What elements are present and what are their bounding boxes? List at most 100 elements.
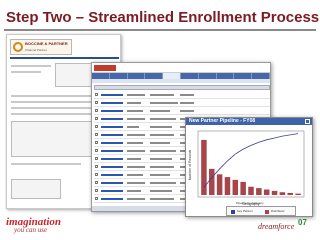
row-cell <box>180 94 194 96</box>
row-link[interactable] <box>101 198 123 200</box>
row-link[interactable] <box>101 118 123 120</box>
row-link[interactable] <box>101 174 123 176</box>
portal-logo-mark-icon <box>13 42 23 52</box>
close-icon[interactable] <box>305 119 310 124</box>
row-link[interactable] <box>101 150 123 152</box>
legend-title: Pipeline by Category <box>236 201 264 205</box>
row-cell <box>127 134 145 136</box>
event-logo-name: dreamforce <box>258 222 295 231</box>
row-checkbox[interactable] <box>95 197 98 200</box>
row-cell <box>127 190 141 192</box>
portal-text-line <box>11 113 91 115</box>
table-row[interactable] <box>94 107 270 115</box>
row-link[interactable] <box>101 182 123 184</box>
row-cell <box>150 126 172 128</box>
row-cell <box>127 166 145 168</box>
portal-logo: BOCCINE & PARTNER Channel Partner <box>10 39 72 55</box>
app-logo <box>94 65 116 71</box>
row-cell <box>127 198 145 200</box>
row-cell <box>150 118 176 120</box>
row-checkbox[interactable] <box>95 93 98 96</box>
row-link[interactable] <box>101 142 123 144</box>
chart-bar <box>263 189 270 195</box>
row-checkbox[interactable] <box>95 181 98 184</box>
event-logo: dreamforce 07 <box>258 218 316 236</box>
row-link[interactable] <box>101 166 123 168</box>
chart-bar <box>279 192 286 195</box>
row-cell <box>150 94 174 96</box>
row-checkbox[interactable] <box>95 173 98 176</box>
row-link[interactable] <box>101 134 123 136</box>
portal-content-box <box>11 179 61 199</box>
row-cell <box>150 166 174 168</box>
pipeline-dashboard: New Partner Pipeline - FY08 Number of Re… <box>185 117 313 217</box>
slide-title: Step Two – Streamlined Enrollment Proces… <box>6 9 320 26</box>
row-link[interactable] <box>101 190 123 192</box>
row-cell <box>180 110 194 112</box>
row-cell <box>127 102 141 104</box>
chart-bar <box>256 188 262 195</box>
chart-bar <box>295 193 301 195</box>
row-checkbox[interactable] <box>95 109 98 112</box>
row-cell <box>150 150 176 152</box>
portal-logo-subtext: Channel Partner <box>25 48 47 52</box>
row-cell <box>127 126 139 128</box>
row-checkbox[interactable] <box>95 141 98 144</box>
y-axis-label: Number of Records <box>188 150 192 181</box>
row-checkbox[interactable] <box>95 117 98 120</box>
table-row[interactable] <box>94 91 270 99</box>
chart-legend: Key Partner Distributor <box>226 206 296 216</box>
row-cell <box>127 110 143 112</box>
table-row[interactable] <box>94 99 270 107</box>
row-checkbox[interactable] <box>95 149 98 152</box>
row-cell <box>150 182 176 184</box>
chart-bar <box>248 186 254 195</box>
row-cell <box>150 102 178 104</box>
row-link[interactable] <box>101 102 123 104</box>
event-logo-year: 07 <box>298 218 307 227</box>
row-link[interactable] <box>101 126 123 128</box>
legend-label-key-partner: Key Partner <box>237 209 253 213</box>
chart-bar <box>271 190 278 195</box>
dashboard-header: New Partner Pipeline - FY08 <box>186 118 312 125</box>
row-cell <box>127 150 145 152</box>
chart-bar <box>209 168 215 195</box>
row-link[interactable] <box>101 110 123 112</box>
row-cell <box>150 198 174 200</box>
row-cell <box>127 142 143 144</box>
portal-nav-bar <box>10 57 119 59</box>
legend-label-distributor: Distributor <box>271 209 285 213</box>
row-cell <box>150 134 174 136</box>
row-checkbox[interactable] <box>95 133 98 136</box>
chart-bar <box>201 139 207 195</box>
row-cell <box>150 142 170 144</box>
row-checkbox[interactable] <box>95 189 98 192</box>
row-cell <box>150 158 172 160</box>
row-checkbox[interactable] <box>95 165 98 168</box>
legend-swatch-key-partner <box>231 210 235 214</box>
row-cell <box>127 174 143 176</box>
chart-bar <box>232 179 239 195</box>
row-cell <box>150 190 172 192</box>
row-link[interactable] <box>101 158 123 160</box>
row-checkbox[interactable] <box>95 125 98 128</box>
chart-bar <box>224 177 231 195</box>
row-cell <box>127 158 141 160</box>
chart-bar <box>287 192 293 195</box>
row-cell <box>127 94 145 96</box>
portal-text-line <box>11 101 103 103</box>
legend-swatch-distributor <box>265 210 269 214</box>
row-cell <box>180 102 194 104</box>
portal-text-line <box>11 65 51 67</box>
dashboard-title: New Partner Pipeline - FY08 <box>189 118 256 124</box>
row-cell <box>127 182 145 184</box>
row-checkbox[interactable] <box>95 101 98 104</box>
row-link[interactable] <box>101 94 123 96</box>
row-checkbox[interactable] <box>95 157 98 160</box>
footer-brand-block: imagination you can use <box>6 216 61 234</box>
app-header <box>92 63 270 73</box>
portal-text-line <box>11 71 41 73</box>
row-cell <box>150 174 170 176</box>
chart-bar <box>216 174 223 195</box>
app-toolbar <box>92 79 270 83</box>
